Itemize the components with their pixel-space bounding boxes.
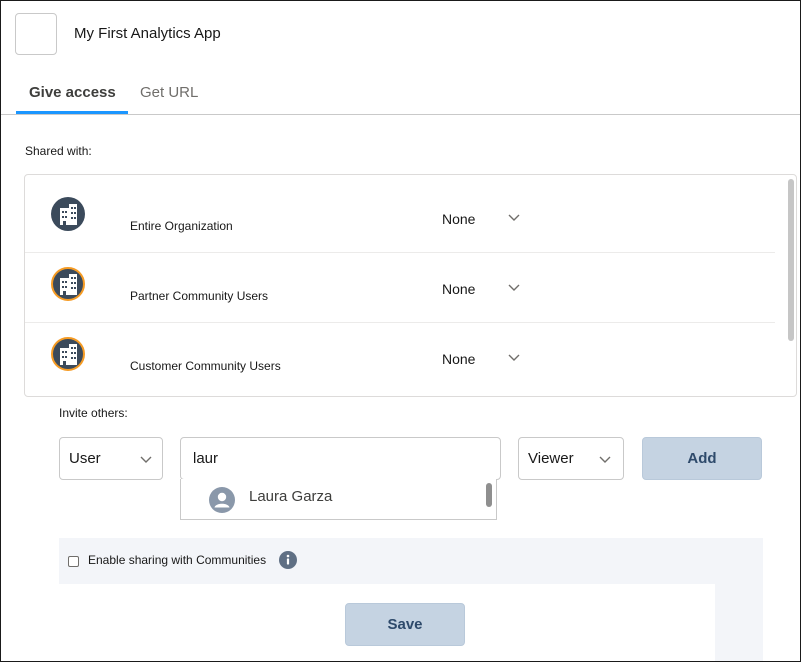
invite-search-input[interactable] xyxy=(180,437,501,480)
building-icon xyxy=(51,197,85,231)
chevron-down-icon[interactable] xyxy=(508,211,520,223)
suggestions-scrollbar-thumb[interactable] xyxy=(486,483,492,507)
tab-give-access[interactable]: Give access xyxy=(29,84,116,101)
shared-with-list: Entire Organization None Partner Communi… xyxy=(24,174,797,397)
access-level-value[interactable]: None xyxy=(442,351,475,367)
search-suggestions-dropdown: Laura Garza xyxy=(180,479,497,520)
access-level-value[interactable]: None xyxy=(442,281,475,297)
user-avatar-icon xyxy=(209,487,235,513)
add-button[interactable]: Add xyxy=(642,437,762,480)
building-icon xyxy=(51,337,85,371)
access-level-value[interactable]: None xyxy=(442,211,475,227)
tabs-divider xyxy=(1,114,800,115)
app-title: My First Analytics App xyxy=(74,25,221,42)
app-icon xyxy=(15,13,57,55)
invitee-type-select[interactable]: User xyxy=(59,437,163,480)
shared-with-label: Shared with: xyxy=(25,144,92,158)
share-row-customer-community: Customer Community Users None xyxy=(25,323,775,393)
enable-communities-label[interactable]: Enable sharing with Communities xyxy=(88,553,266,567)
shared-list-scrollbar-thumb[interactable] xyxy=(788,179,794,341)
share-row-partner-community: Partner Community Users None xyxy=(25,253,775,323)
save-button[interactable]: Save xyxy=(345,603,465,646)
building-icon xyxy=(51,267,85,301)
chevron-down-icon[interactable] xyxy=(508,351,520,363)
role-value: Viewer xyxy=(528,450,574,467)
invite-others-label: Invite others: xyxy=(59,406,128,420)
info-icon[interactable] xyxy=(279,551,297,569)
share-dialog: My First Analytics App Give access Get U… xyxy=(0,0,801,662)
enable-communities-checkbox[interactable] xyxy=(68,556,79,567)
share-row-label: Partner Community Users xyxy=(130,289,269,303)
share-row-entire-organization: Entire Organization None xyxy=(25,183,775,253)
share-row-label: Entire Organization xyxy=(130,219,233,233)
chevron-down-icon[interactable] xyxy=(508,281,520,293)
role-select[interactable]: Viewer xyxy=(518,437,624,480)
share-row-label: Customer Community Users xyxy=(130,359,281,373)
invitee-type-value: User xyxy=(69,450,101,467)
tab-get-url[interactable]: Get URL xyxy=(140,84,198,101)
chevron-down-icon xyxy=(140,456,152,463)
chevron-down-icon xyxy=(599,456,611,463)
suggestion-name: Laura Garza xyxy=(249,488,333,505)
suggestion-item-laura-garza[interactable]: Laura Garza xyxy=(181,479,481,519)
